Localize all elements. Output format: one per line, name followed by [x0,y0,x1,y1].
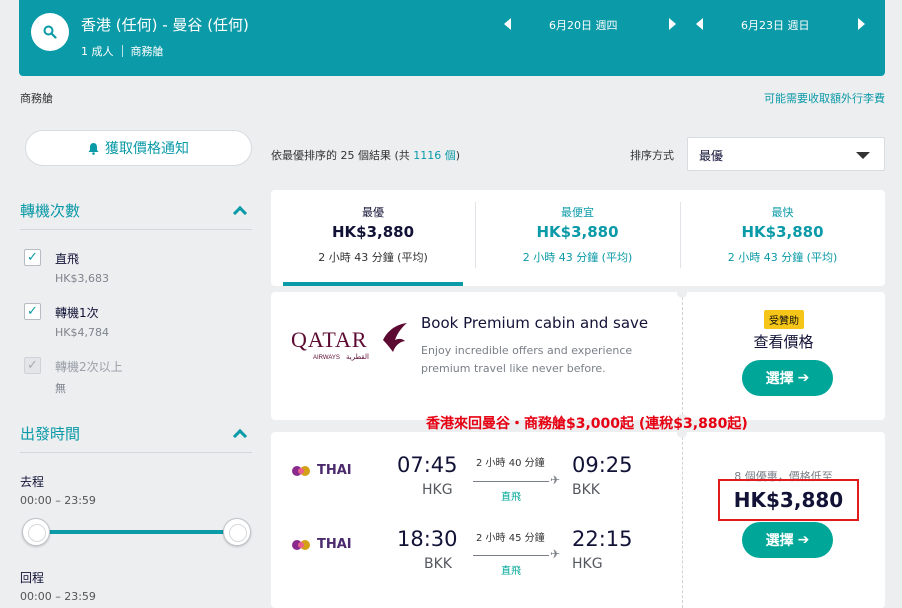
stops-direct-checkbox[interactable]: ✓ [24,249,41,266]
outbound-time-slider-track[interactable] [36,530,237,534]
promo-annotation: 香港來回曼谷・商務艙$3,000起 (連稅$3,880起) [426,416,748,432]
bell-icon [88,142,99,155]
search-summary-bar[interactable]: 香港 (任何) - 曼谷 (任何) 1 成人 商務艙 6月20日 週四 6月23… [19,0,885,76]
divider [20,452,252,453]
stops-one-label: 轉機1次 [55,306,99,320]
chevron-up-icon[interactable] [232,205,248,221]
cabin-class: 商務艙 [130,45,164,58]
price-alert-label: 獲取價格通知 [105,141,189,157]
stops-direct-label: 直飛 [55,252,80,266]
tab-cheapest[interactable]: 最便宜 HK$3,880 2 小時 43 分鐘 (平均) [475,190,680,286]
stops-two-plus-price: 無 [55,382,66,395]
sort-tabs: 最優 HK$3,880 2 小時 43 分鐘 (平均) 最便宜 HK$3,880… [271,190,885,286]
departure-time-filter-title[interactable]: 出發時間 [20,423,80,444]
flight-result-card[interactable]: THAI 07:45 HKG 2 小時 40 分鐘 ✈ 直飛 09:25 BKK… [271,432,885,608]
return-arrival-airport: HKG [572,556,603,572]
outbound-time-range: 00:00 – 23:59 [20,494,96,507]
results-count: 依最優排序的 25 個結果 (共 1116 個) [271,149,461,162]
outbound-slider-start-handle[interactable] [22,518,50,546]
passenger-count: 1 成人 [81,45,114,58]
outbound-stops: 直飛 [501,492,521,503]
stops-two-plus-label: 轉機2次以上 [55,360,123,374]
svg-text:القطرية: القطرية [346,353,369,361]
route-title: 香港 (任何) - 曼谷 (任何) [81,16,249,34]
return-departure-airport: BKK [424,556,452,572]
thai-airways-icon [292,539,310,550]
return-date-prev-icon[interactable] [696,18,703,30]
active-tab-indicator [283,282,463,286]
return-time-label: 回程 [20,571,45,585]
stops-one-price: HK$4,784 [55,326,109,339]
svg-text:QATAR: QATAR [291,327,368,352]
divider [20,229,252,230]
depart-date-next-icon[interactable] [669,18,676,30]
chevron-up-icon[interactable] [232,428,248,444]
cabin-label: 商務艙 [20,92,53,105]
outbound-departure-airport: HKG [422,482,453,498]
thai-airways-icon [292,465,310,476]
airline-logo: THAI [291,537,352,552]
sponsored-badge: 受贊助 [764,310,804,329]
outbound-time-label: 去程 [20,475,45,489]
plane-icon: ✈ [550,473,561,487]
return-arrival-time: 22:15 [572,527,633,551]
search-details: 1 成人 商務艙 [81,43,164,59]
ad-description: Enjoy incredible offers and experience p… [421,344,633,375]
arrow-right-icon: ➔ [797,532,810,548]
return-date-next-icon[interactable] [858,18,865,30]
view-price-label: 查看價格 [753,333,814,351]
ad-title: Book Premium cabin and save [421,314,649,332]
stops-direct-price: HK$3,683 [55,272,109,285]
sort-label: 排序方式 [630,149,674,162]
plane-icon: ✈ [550,547,561,561]
sort-value: 最優 [699,149,724,163]
flight-select-button[interactable]: 選擇 ➔ [742,522,833,558]
price-alert-button[interactable]: 獲取價格通知 [25,130,252,166]
return-time-range: 00:00 – 23:59 [20,590,96,603]
return-date[interactable]: 6月23日 週日 [741,17,810,33]
return-departure-time: 18:30 [397,527,458,551]
stops-filter-title[interactable]: 轉機次數 [20,200,80,221]
flight-price: HK$3,880 [718,479,859,521]
airline-logo: THAI [291,463,352,478]
arrow-right-icon: ➔ [797,370,810,386]
stops-one-checkbox[interactable]: ✓ [24,303,41,320]
tab-fastest[interactable]: 最快 HK$3,880 2 小時 43 分鐘 (平均) [680,190,885,286]
search-icon [43,25,57,39]
return-duration: 2 小時 45 分鐘 [476,533,545,544]
outbound-departure-time: 07:45 [397,453,458,477]
total-results-link[interactable]: 1116 個 [413,149,456,162]
search-button[interactable] [31,13,69,51]
svg-text:AIRWAYS: AIRWAYS [313,355,340,361]
depart-date-prev-icon[interactable] [504,18,511,30]
depart-date[interactable]: 6月20日 週四 [549,17,618,33]
outbound-duration: 2 小時 40 分鐘 [476,458,545,469]
outbound-arrival-airport: BKK [572,482,600,498]
outbound-arrival-time: 09:25 [572,453,633,477]
baggage-fees-link[interactable]: 可能需要收取額外行李費 [764,90,885,106]
outbound-slider-end-handle[interactable] [223,518,251,546]
stops-two-plus-checkbox: ✓ [24,357,41,374]
sponsored-ad-card[interactable]: QATAR AIRWAYS القطرية Book Premium cabin… [271,292,885,420]
return-stops: 直飛 [501,566,521,577]
ad-select-button[interactable]: 選擇 ➔ [742,360,833,396]
tab-best[interactable]: 最優 HK$3,880 2 小時 43 分鐘 (平均) [271,190,475,286]
dropdown-arrow-icon [856,152,870,159]
qatar-airways-logo: QATAR AIRWAYS القطرية [291,323,407,361]
sort-select[interactable]: 最優 [687,137,885,171]
